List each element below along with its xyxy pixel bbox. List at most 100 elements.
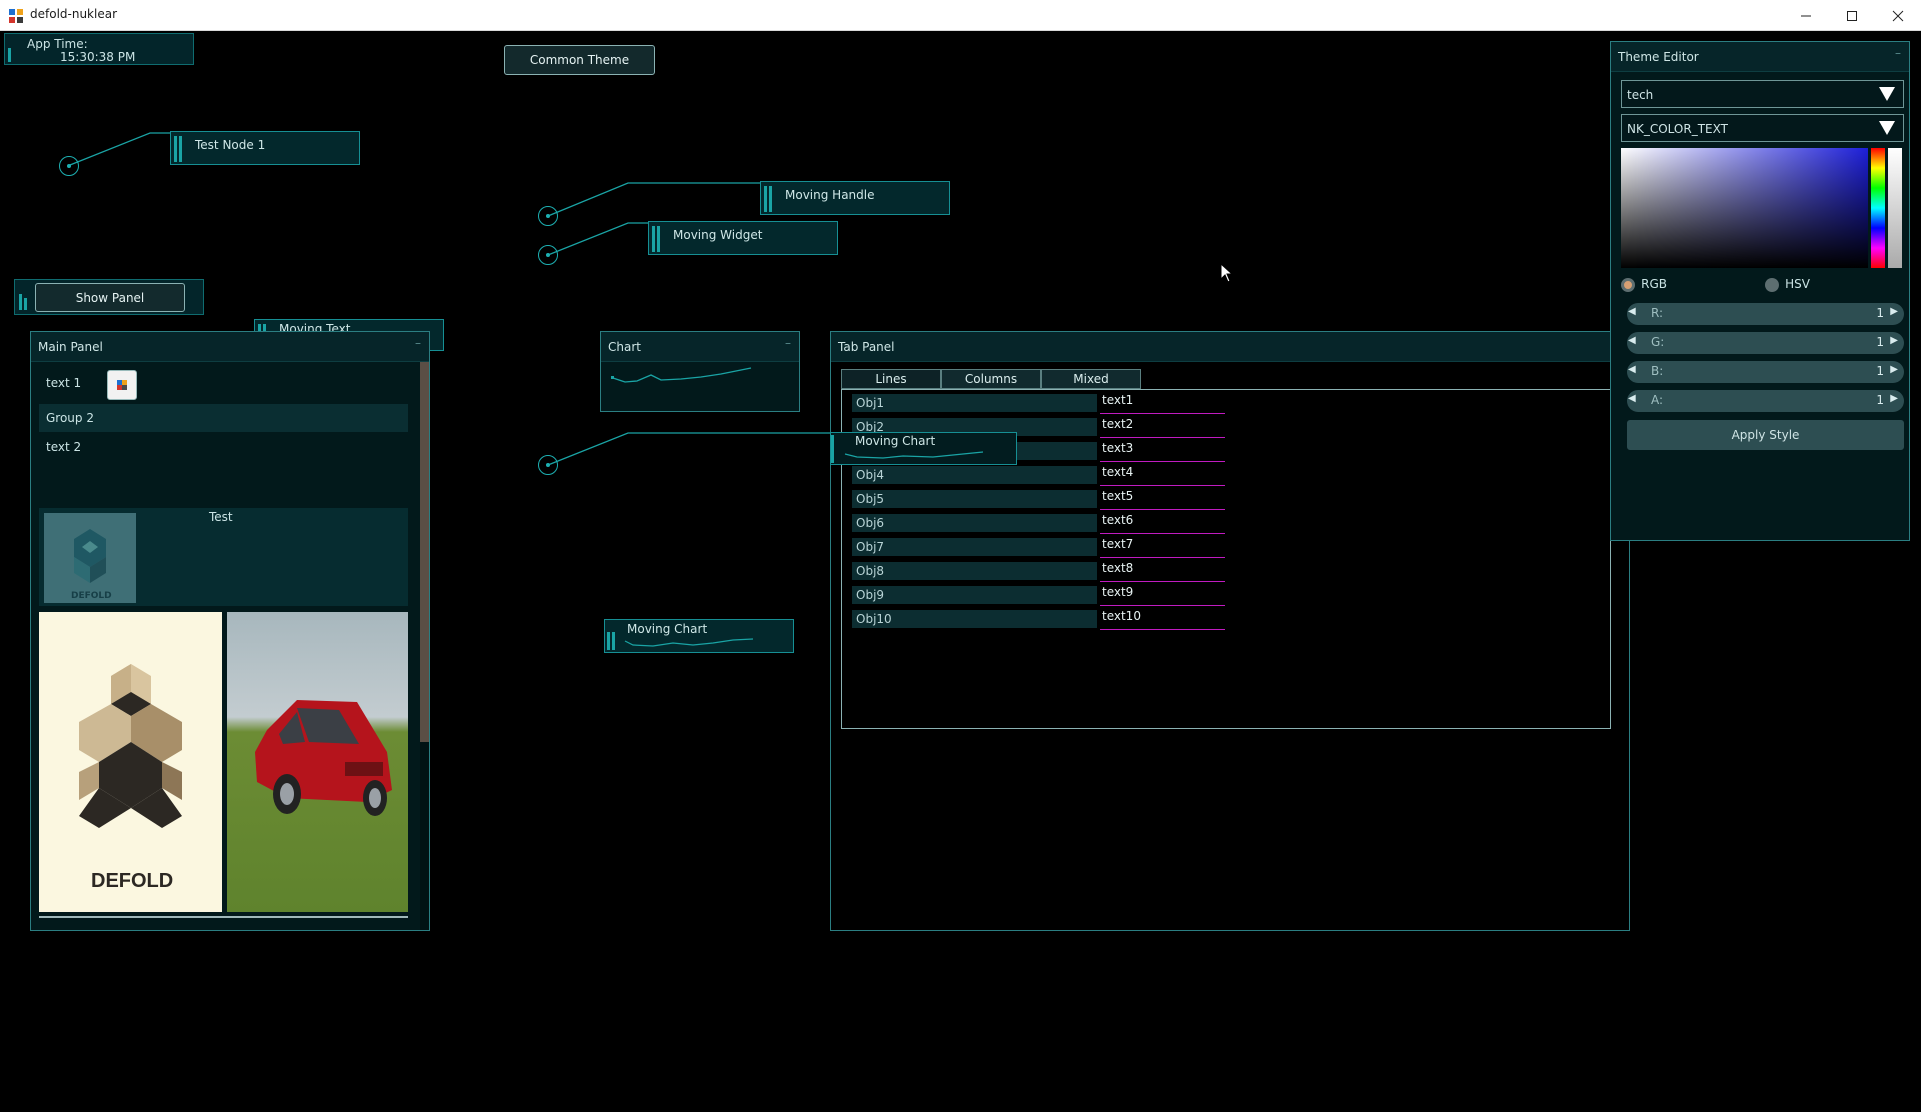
group-2-header[interactable]: Group 2 [39,404,408,432]
text-2-label: text 2 [46,440,82,454]
tab-bar: Lines Columns Mixed [841,369,1141,389]
drag-handle[interactable] [831,435,841,463]
defold-logo-large-icon [79,664,182,828]
panel-title: Main Panel [38,340,103,354]
hsv-radio[interactable]: HSV [1765,277,1810,292]
text-field[interactable]: text10 [1100,608,1225,630]
drag-handle[interactable] [607,632,617,650]
text-field[interactable]: text9 [1100,584,1225,606]
image-button[interactable] [107,370,137,400]
minimize-icon[interactable]: – [1895,46,1901,60]
node-handle-circle[interactable] [538,206,558,226]
list-item: Obj5 [852,490,1097,508]
test-group: DEFOLD Test [39,508,408,606]
text-field[interactable]: text3 [1100,440,1225,462]
r-property[interactable]: ◀ R: 1 ▶ [1627,303,1904,325]
moving-widget-node[interactable]: Moving Widget [648,221,838,255]
apply-style-button[interactable]: Apply Style [1627,420,1904,450]
test-node-1[interactable]: Test Node 1 [170,131,360,165]
list-item: Obj1 [852,394,1097,412]
text-field[interactable]: text8 [1100,560,1225,582]
main-panel-scrollbar[interactable] [420,362,429,930]
color-picker-area[interactable] [1621,148,1868,268]
rgb-radio[interactable]: RGB [1621,277,1667,292]
property-value: 1 [1876,335,1884,349]
tab-panel-header[interactable]: Tab Panel – [831,332,1629,362]
show-panel-button[interactable]: Show Panel [35,283,185,312]
mouse-cursor-icon [1220,263,1234,283]
text-field[interactable]: text4 [1100,464,1225,486]
drag-handle[interactable] [174,136,184,162]
main-panel[interactable]: Main Panel – text 1 Group 2 text 2 DEFOL… [30,331,430,931]
node-label: Moving Chart [627,622,708,636]
text-field[interactable]: text1 [1100,392,1225,414]
dropdown-triangle-icon [1879,121,1895,135]
color-select[interactable]: NK_COLOR_TEXT [1621,114,1904,142]
increment-icon[interactable]: ▶ [1890,364,1898,375]
text-field[interactable]: text5 [1100,488,1225,510]
moving-chart-overlay-node[interactable]: Moving Chart [830,432,1017,465]
text-field[interactable]: text7 [1100,536,1225,558]
defold-image: DEFOLD [39,612,222,912]
theme-select[interactable]: tech [1621,80,1904,108]
panel-title: Tab Panel [838,340,895,354]
logo-caption: DEFOLD [91,870,174,892]
theme-editor-header[interactable]: Theme Editor – [1611,42,1909,72]
property-value: 1 [1876,306,1884,320]
color-select-value: NK_COLOR_TEXT [1627,122,1728,136]
red-car-icon [255,700,392,816]
list-item: Obj8 [852,562,1097,580]
chart-window-header[interactable]: Chart – [601,332,799,362]
hue-slider[interactable] [1871,148,1885,268]
defold-logo-icon [74,529,106,583]
tab-panel[interactable]: Tab Panel – Lines Columns Mixed Obj1 Obj… [830,331,1630,931]
g-property[interactable]: ◀ G: 1 ▶ [1627,332,1904,354]
alpha-slider[interactable] [1888,148,1902,268]
text-field[interactable]: text2 [1100,416,1225,438]
panel-title: Chart [608,340,641,354]
property-label: G: [1651,335,1665,349]
drag-handle[interactable] [764,186,774,212]
property-label: R: [1651,306,1664,320]
decrement-icon[interactable]: ◀ [1628,364,1636,375]
node-handle-circle[interactable] [59,156,79,176]
minimize-button[interactable] [1783,0,1829,31]
thumb-caption: DEFOLD [71,591,112,601]
nuklear-canvas: App Time: 15:30:38 PM Common Theme Test … [0,31,1921,1112]
maximize-button[interactable] [1829,0,1875,31]
moving-chart-node[interactable]: Moving Chart [604,619,794,653]
increment-icon[interactable]: ▶ [1890,335,1898,346]
theme-editor-window[interactable]: Theme Editor – tech NK_COLOR_TEXT RGB HS… [1610,41,1910,541]
drag-handle[interactable] [652,226,662,252]
app-time-widget[interactable]: App Time: 15:30:38 PM [4,33,194,65]
property-value: 1 [1876,393,1884,407]
window-title: defold-nuklear [30,7,118,21]
text-1-label: text 1 [46,376,82,390]
app-time-label: App Time: [27,37,88,51]
scrollbar-thumb[interactable] [420,362,429,742]
close-icon [1892,10,1904,21]
common-theme-button[interactable]: Common Theme [504,45,655,75]
decrement-icon[interactable]: ◀ [1628,393,1636,404]
time-bar [8,48,11,62]
close-button[interactable] [1875,0,1921,31]
text-field[interactable]: text6 [1100,512,1225,534]
tab-lines[interactable]: Lines [841,369,941,389]
tab-columns[interactable]: Columns [941,369,1041,389]
decrement-icon[interactable]: ◀ [1628,306,1636,317]
node-handle-circle[interactable] [538,245,558,265]
decrement-icon[interactable]: ◀ [1628,335,1636,346]
node-label: Moving Handle [785,188,875,202]
node-handle-circle[interactable] [538,455,558,475]
minimize-icon[interactable]: – [785,336,791,350]
moving-handle-node[interactable]: Moving Handle [760,181,950,215]
a-property[interactable]: ◀ A: 1 ▶ [1627,390,1904,412]
minimize-icon[interactable]: – [415,336,421,350]
b-property[interactable]: ◀ B: 1 ▶ [1627,361,1904,383]
increment-icon[interactable]: ▶ [1890,393,1898,404]
node-label: Moving Chart [855,434,936,448]
chart-window[interactable]: Chart – [600,331,800,412]
main-panel-header[interactable]: Main Panel – [31,332,429,362]
increment-icon[interactable]: ▶ [1890,306,1898,317]
tab-mixed[interactable]: Mixed [1041,369,1141,389]
